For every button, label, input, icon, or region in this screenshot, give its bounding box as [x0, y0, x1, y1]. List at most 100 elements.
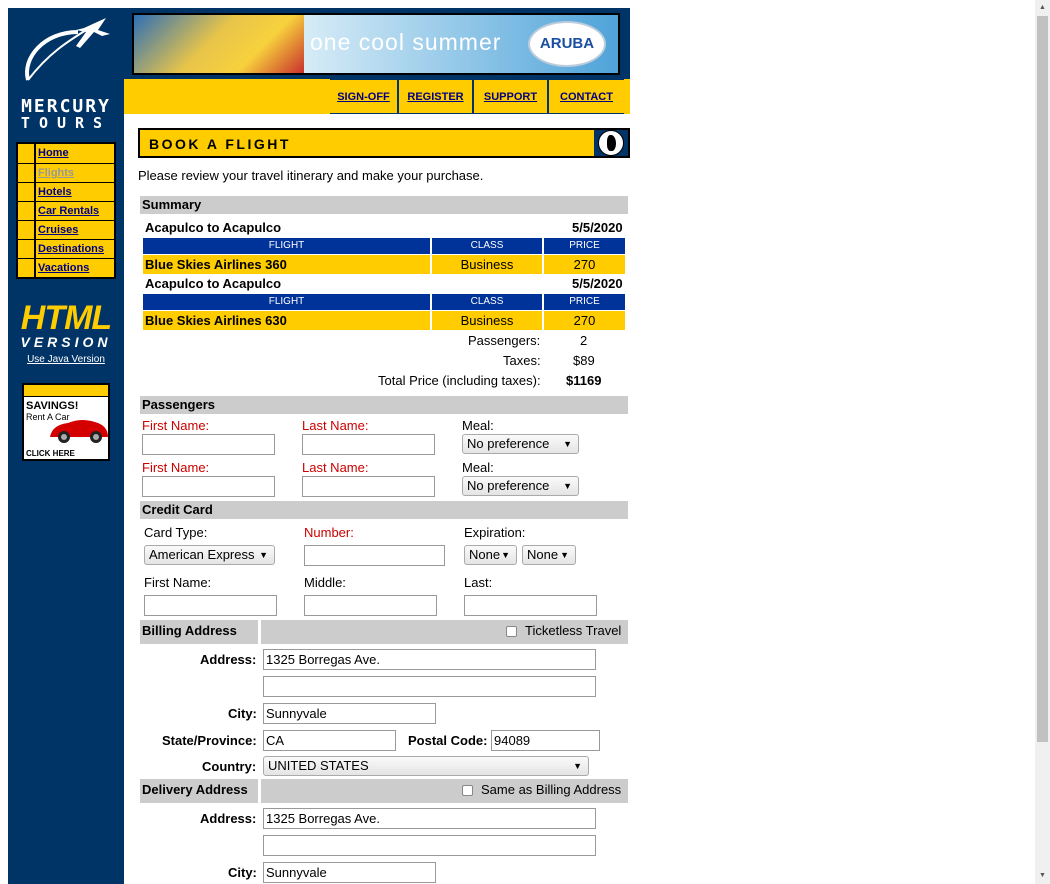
passenger2-meal-label: Meal:	[462, 460, 494, 475]
side-nav-item-cruises[interactable]: Cruises	[18, 220, 114, 239]
leg2-date: 5/5/2020	[572, 276, 623, 291]
page-title: BOOK A FLIGHT	[149, 136, 291, 152]
nav-square	[18, 221, 34, 239]
globe-icon	[598, 130, 624, 156]
card-last-name-input[interactable]	[464, 595, 597, 616]
meal-select-value: No preference	[467, 478, 550, 493]
card-type-label: Card Type:	[144, 525, 208, 540]
nav-square	[18, 240, 34, 258]
card-type-select[interactable]: American Express ▼	[144, 545, 275, 565]
side-nav-item-car-rentals[interactable]: Car Rentals	[18, 201, 114, 220]
nav-square	[18, 164, 34, 182]
billing-country-value: UNITED STATES	[268, 758, 369, 773]
delivery-address-line2-input[interactable]	[263, 835, 596, 856]
mercury-tours-logo[interactable]: MERCURY TOURS	[14, 18, 118, 132]
billing-country-select[interactable]: UNITED STATES ▼	[263, 756, 589, 776]
summary-heading: Summary	[140, 196, 628, 214]
dropdown-arrow-icon: ▼	[563, 481, 572, 491]
nav-link-cruises[interactable]: Cruises	[36, 221, 114, 239]
col-price-header: PRICE	[544, 294, 625, 310]
side-nav-item-flights[interactable]: Flights	[18, 163, 114, 182]
vertical-scrollbar[interactable]: ▲ ▼	[1035, 0, 1050, 884]
delivery-address-line1-input[interactable]	[263, 808, 596, 829]
passenger1-meal-select[interactable]: No preference ▼	[462, 434, 579, 454]
sign-off-link[interactable]: SIGN-OFF	[330, 80, 397, 113]
col-price-header: PRICE	[544, 238, 625, 254]
billing-address-line1-input[interactable]	[263, 649, 596, 670]
nav-link-home[interactable]: Home	[36, 144, 114, 163]
aruba-banner-ad[interactable]: one cool summer ARUBA	[132, 13, 620, 75]
expiration-year-select[interactable]: None ▼	[522, 545, 576, 565]
side-nav-item-home[interactable]: Home	[18, 144, 114, 163]
nav-square	[18, 259, 34, 277]
expiration-year-value: None	[527, 547, 559, 562]
dropdown-arrow-icon: ▼	[259, 550, 268, 560]
passenger2-last-name-label: Last Name:	[302, 460, 369, 475]
billing-address-line2-input[interactable]	[263, 676, 596, 697]
billing-city-input[interactable]	[263, 703, 436, 724]
total-price-value: $1169	[566, 373, 602, 388]
expiration-month-select[interactable]: None ▼	[464, 545, 517, 565]
card-first-name-input[interactable]	[144, 595, 277, 616]
card-type-value: American Express	[149, 547, 255, 562]
passenger1-first-name-input[interactable]	[142, 434, 275, 455]
scroll-thumb[interactable]	[1037, 16, 1048, 742]
sidebar: MERCURY TOURS Home Flights Hotels Car Re…	[8, 8, 124, 884]
card-number-label: Number:	[304, 525, 354, 540]
aruba-badge: ARUBA	[528, 21, 606, 67]
support-link[interactable]: SUPPORT	[474, 80, 547, 113]
html-version-logo: HTML VERSION	[20, 298, 112, 352]
col-class-header: CLASS	[432, 294, 542, 310]
ticketless-row: Ticketless Travel	[261, 620, 628, 644]
same-as-billing-row: Same as Billing Address	[261, 779, 628, 803]
nav-link-destinations[interactable]: Destinations	[36, 240, 114, 258]
version-logo-text: VERSION	[20, 334, 112, 350]
nav-link-car-rentals[interactable]: Car Rentals	[36, 202, 114, 220]
passenger2-last-name-input[interactable]	[302, 476, 435, 497]
credit-card-heading: Credit Card	[140, 501, 628, 519]
passengers-heading: Passengers	[140, 396, 628, 414]
taxes-label: Taxes:	[503, 353, 541, 368]
page-title-bar: BOOK A FLIGHT	[138, 128, 630, 158]
contact-link[interactable]: CONTACT	[549, 80, 624, 113]
passenger2-first-name-label: First Name:	[142, 460, 210, 475]
col-flight-header: FLIGHT	[143, 294, 430, 310]
leg1-flight: Blue Skies Airlines 360	[143, 255, 430, 274]
delivery-address-label: Address:	[200, 811, 257, 826]
car-rental-ad[interactable]: SAVINGS! Rent A Car CLICK HERE	[22, 383, 110, 461]
plane-logo-icon	[25, 18, 110, 81]
passenger1-first-name-label: First Name:	[142, 418, 210, 433]
use-java-version-link[interactable]: Use Java Version	[8, 354, 124, 365]
delivery-city-input[interactable]	[263, 862, 436, 883]
billing-state-input[interactable]	[263, 730, 396, 751]
side-nav-item-destinations[interactable]: Destinations	[18, 239, 114, 258]
dropdown-arrow-icon: ▼	[501, 550, 510, 560]
card-middle-name-label: Middle:	[304, 575, 346, 590]
nav-link-flights[interactable]: Flights	[36, 164, 114, 182]
register-link[interactable]: REGISTER	[399, 80, 472, 113]
same-as-billing-checkbox[interactable]	[462, 785, 473, 796]
billing-address-label: Address:	[200, 652, 257, 667]
nav-link-vacations[interactable]: Vacations	[36, 259, 114, 277]
passenger1-last-name-input[interactable]	[302, 434, 435, 455]
scroll-up-arrow-icon[interactable]: ▲	[1035, 1, 1050, 15]
banner-text: one cool summer	[310, 29, 502, 55]
card-last-name-label: Last:	[464, 575, 493, 590]
billing-address-heading: Billing Address	[140, 620, 258, 644]
card-number-input[interactable]	[304, 545, 445, 566]
nav-link-hotels[interactable]: Hotels	[36, 183, 114, 201]
side-nav-item-hotels[interactable]: Hotels	[18, 182, 114, 201]
billing-postal-code-input[interactable]	[491, 730, 600, 751]
expiration-month-value: None	[469, 547, 501, 562]
side-nav-item-vacations[interactable]: Vacations	[18, 258, 114, 277]
leg2-route: Acapulco to Acapulco	[145, 276, 282, 291]
scroll-down-arrow-icon[interactable]: ▼	[1035, 869, 1050, 883]
passenger2-meal-select[interactable]: No preference ▼	[462, 476, 579, 496]
ticketless-travel-checkbox[interactable]	[506, 626, 517, 637]
same-as-billing-label: Same as Billing Address	[481, 782, 622, 797]
nav-square	[18, 202, 34, 220]
passenger2-first-name-input[interactable]	[142, 476, 275, 497]
billing-country-label: Country:	[202, 759, 257, 774]
top-nav: SIGN-OFF REGISTER SUPPORT CONTACT	[330, 79, 624, 114]
card-middle-name-input[interactable]	[304, 595, 437, 616]
